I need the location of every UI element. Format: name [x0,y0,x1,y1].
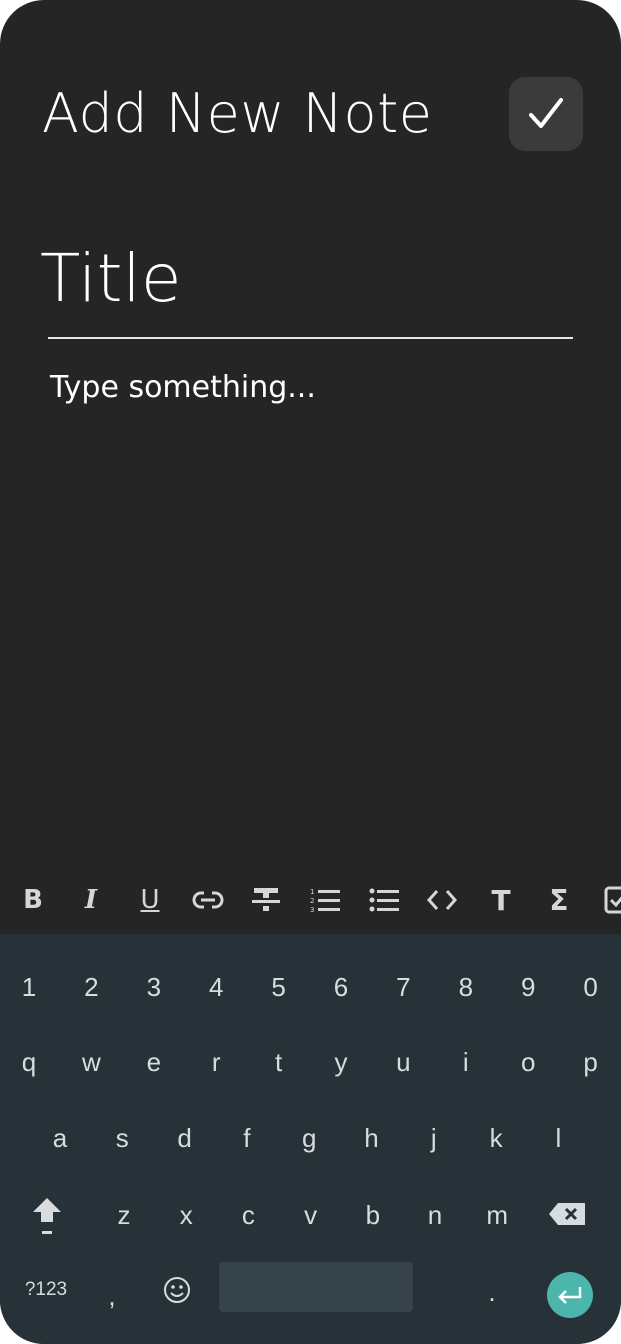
body-input[interactable]: Type something... [50,370,316,405]
key-q[interactable]: q [0,1032,59,1092]
italic-icon[interactable]: I [71,880,111,920]
space-key[interactable] [219,1262,413,1312]
key-3[interactable]: 3 [124,957,184,1017]
code-icon[interactable] [422,880,462,920]
svg-text:1: 1 [310,888,314,896]
key-h[interactable]: h [342,1108,402,1168]
key-j[interactable]: j [404,1108,464,1168]
key-7[interactable]: 7 [373,957,433,1017]
bold-icon[interactable]: B [13,880,53,920]
key-p[interactable]: p [561,1032,621,1092]
check-icon [529,98,563,128]
backspace-icon [549,1203,585,1225]
key-4[interactable]: 4 [186,957,246,1017]
key-d[interactable]: d [155,1108,215,1168]
key-2[interactable]: 2 [61,957,121,1017]
comma-key[interactable]: , [82,1266,142,1326]
key-o[interactable]: o [498,1032,558,1092]
key-x[interactable]: x [156,1185,216,1245]
save-button[interactable] [509,77,583,151]
key-e[interactable]: e [124,1032,184,1092]
key-8[interactable]: 8 [436,957,496,1017]
numbered-list-icon[interactable]: 123 [305,880,345,920]
key-s[interactable]: s [92,1108,152,1168]
key-y[interactable]: y [311,1032,371,1092]
title-input[interactable]: Title [40,240,181,317]
key-u[interactable]: u [373,1032,433,1092]
key-c[interactable]: c [218,1185,278,1245]
format-toolbar: B I U 123 T Σ [0,870,621,934]
title-underline [48,337,573,339]
keyboard: 1234567890 qwertyuiop asdfghjkl zxcvbnm ?12… [0,934,621,1344]
emoji-icon [164,1277,190,1303]
text-size-icon[interactable]: T [481,880,521,920]
key-9[interactable]: 9 [498,957,558,1017]
key-g[interactable]: g [279,1108,339,1168]
key-b[interactable]: b [343,1185,403,1245]
key-v[interactable]: v [281,1185,341,1245]
sigma-icon[interactable]: Σ [539,880,579,920]
key-n[interactable]: n [405,1185,465,1245]
link-icon[interactable] [188,880,228,920]
enter-icon [558,1287,582,1304]
strikethrough-icon[interactable] [246,880,286,920]
key-k[interactable]: k [466,1108,526,1168]
shift-key[interactable] [17,1186,77,1246]
bulleted-list-icon[interactable] [364,880,404,920]
screen: Add New Note Title Type something... B I… [0,0,621,1344]
key-z[interactable]: z [94,1185,154,1245]
key-l[interactable]: l [528,1108,588,1168]
key-6[interactable]: 6 [311,957,371,1017]
key-1[interactable]: 1 [0,957,59,1017]
symbols-key[interactable]: ?123 [16,1260,76,1320]
svg-text:3: 3 [310,906,314,913]
key-a[interactable]: a [30,1108,90,1168]
enter-key[interactable] [547,1272,593,1318]
period-key[interactable]: . [462,1262,522,1322]
key-i[interactable]: i [436,1032,496,1092]
key-f[interactable]: f [217,1108,277,1168]
key-0[interactable]: 0 [561,957,621,1017]
key-w[interactable]: w [61,1032,121,1092]
underline-icon[interactable]: U [130,880,170,920]
key-5[interactable]: 5 [249,957,309,1017]
key-t[interactable]: t [249,1032,309,1092]
page-title: Add New Note [42,82,433,145]
svg-text:2: 2 [310,897,314,905]
key-m[interactable]: m [467,1185,527,1245]
checkbox-icon[interactable] [598,880,621,920]
backspace-key[interactable] [537,1184,597,1244]
key-r[interactable]: r [186,1032,246,1092]
emoji-key[interactable] [147,1260,207,1320]
shift-icon [33,1198,61,1234]
